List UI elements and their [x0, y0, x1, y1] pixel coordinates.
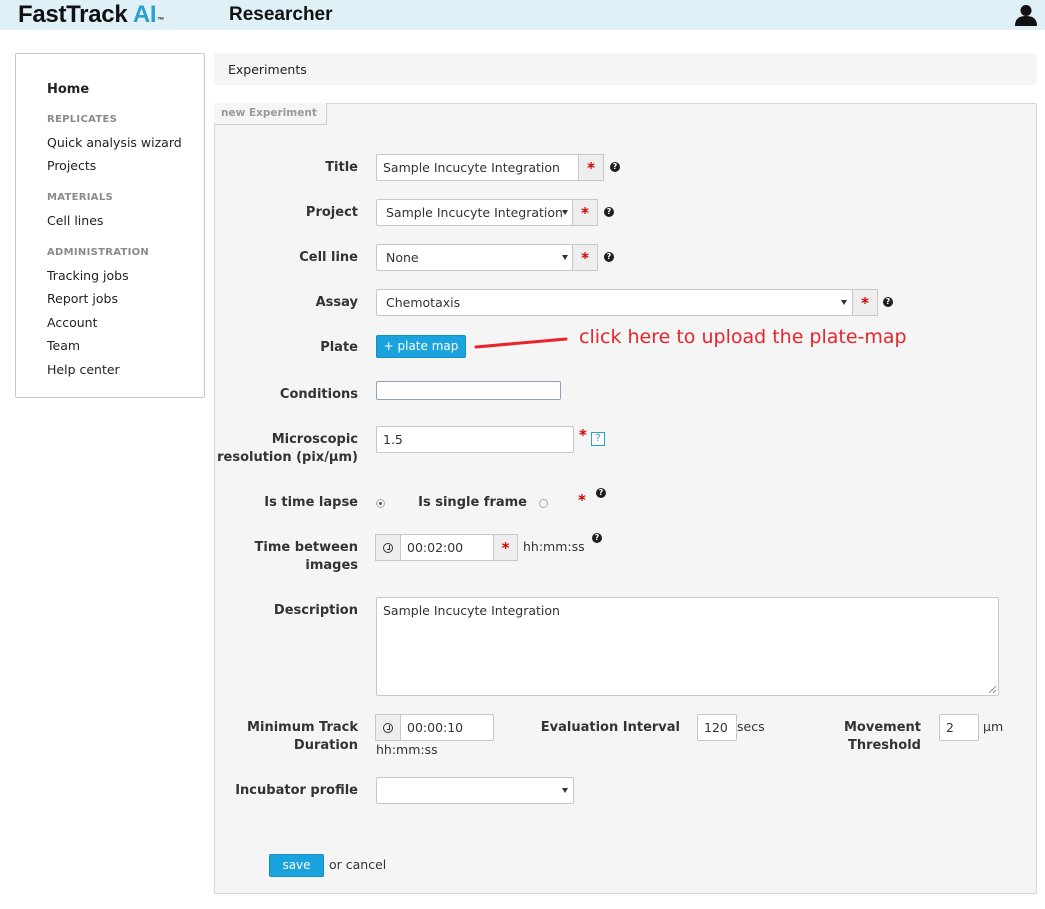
add-plate-map-button[interactable]: + plate map: [376, 335, 466, 358]
eval-interval-label: Evaluation Interval: [540, 720, 680, 735]
cell-line-required-addon: *: [572, 244, 598, 271]
project-chevron-down-icon: [562, 210, 568, 215]
resolution-required-mark: *: [579, 426, 587, 444]
single-frame-radio[interactable]: [539, 499, 548, 508]
assay-select[interactable]: Chemotaxis: [376, 289, 853, 316]
plate-label: Plate: [320, 340, 358, 355]
sidebar-item-tracking-jobs[interactable]: Tracking jobs: [47, 268, 129, 283]
description-label: Description: [273, 603, 358, 618]
time-lapse-label: Is time lapse: [264, 495, 358, 510]
description-textarea[interactable]: Sample Incucyte Integration: [376, 597, 999, 696]
frame-help-icon[interactable]: ?: [596, 488, 606, 498]
single-frame-label: Is single frame: [418, 495, 527, 510]
conditions-input[interactable]: [376, 381, 561, 400]
cell-line-select[interactable]: None: [376, 244, 573, 271]
clock-icon: [383, 723, 393, 733]
sidebar-item-cell-lines[interactable]: Cell lines: [47, 213, 103, 228]
project-select[interactable]: Sample Incucyte Integration: [376, 199, 573, 226]
min-track-input[interactable]: 00:00:10: [400, 714, 494, 741]
sidebar-item-help-center[interactable]: Help center: [47, 362, 120, 377]
form-legend-text: new Experiment: [221, 107, 317, 119]
project-required-addon: *: [572, 199, 598, 226]
user-icon[interactable]: [1014, 4, 1038, 26]
form-legend: new Experiment: [214, 103, 327, 125]
sidebar-item-account[interactable]: Account: [47, 315, 97, 330]
sidebar-item-team[interactable]: Team: [47, 338, 80, 353]
resolution-help-icon[interactable]: ?: [591, 432, 605, 446]
logo[interactable]: FastTrack AI™: [18, 0, 164, 30]
logo-trademark: ™: [157, 17, 164, 24]
breadcrumb: Experiments: [214, 53, 1037, 85]
sidebar-item-report-jobs[interactable]: Report jobs: [47, 291, 118, 306]
title-label: Title: [325, 160, 358, 175]
upload-annotation-text: click here to upload the plate-map: [579, 326, 907, 348]
min-track-clock-addon: [375, 714, 401, 741]
min-track-label: Minimum Track Duration: [247, 720, 358, 753]
movement-threshold-label: Movement Threshold: [844, 720, 921, 753]
required-mark: *: [581, 204, 589, 222]
logo-text: FastTrack: [18, 1, 133, 28]
title-required-addon: *: [578, 154, 604, 181]
clock-icon: [383, 543, 393, 553]
incubator-chevron-down-icon: [562, 788, 568, 793]
cell-line-label: Cell line: [299, 250, 358, 265]
assay-help-icon[interactable]: ?: [883, 297, 893, 307]
time-between-clock-addon: [375, 534, 401, 561]
cell-line-chevron-down-icon: [562, 255, 568, 260]
cancel-link[interactable]: or cancel: [329, 857, 386, 872]
annotation-arrow-line: [474, 337, 568, 349]
assay-required-addon: *: [852, 289, 878, 316]
time-between-input[interactable]: 00:02:00: [400, 534, 494, 561]
sidebar-heading-materials: MATERIALS: [47, 192, 114, 203]
required-mark: *: [501, 539, 510, 557]
time-between-required-addon: *: [493, 534, 518, 561]
time-between-format: hh:mm:ss: [523, 539, 585, 554]
sidebar-item-projects[interactable]: Projects: [47, 158, 96, 173]
min-track-format: hh:mm:ss: [376, 742, 438, 757]
resize-handle-icon[interactable]: [988, 685, 997, 694]
description-text: Sample Incucyte Integration: [383, 603, 560, 618]
required-mark: *: [581, 249, 589, 267]
incubator-profile-select[interactable]: [376, 777, 574, 804]
incubator-profile-label: Incubator profile: [235, 783, 358, 798]
movement-threshold-unit: µm: [983, 719, 1004, 734]
movement-threshold-input[interactable]: 2: [939, 714, 979, 741]
breadcrumb-experiments[interactable]: Experiments: [228, 62, 307, 77]
resolution-label: Microscopic resolution (pix/µm): [217, 432, 358, 465]
sidebar-item-quick-analysis[interactable]: Quick analysis wizard: [47, 135, 182, 150]
sidebar: Home REPLICATES Quick analysis wizard Pr…: [15, 53, 205, 398]
conditions-label: Conditions: [279, 387, 358, 402]
title-help-icon[interactable]: ?: [610, 162, 620, 172]
title-input[interactable]: Sample Incucyte Integration: [376, 154, 579, 181]
time-between-help-icon[interactable]: ?: [592, 533, 602, 543]
project-help-icon[interactable]: ?: [604, 207, 614, 217]
time-lapse-radio[interactable]: [376, 499, 385, 508]
logo-ai-text: AI: [132, 1, 157, 28]
eval-interval-input[interactable]: 120: [697, 714, 737, 741]
time-between-label: Time between images: [254, 540, 358, 573]
assay-label: Assay: [315, 295, 358, 310]
sidebar-heading-replicates: REPLICATES: [47, 114, 118, 125]
required-mark: *: [861, 294, 869, 312]
resolution-input[interactable]: 1.5: [376, 426, 574, 453]
frame-required-mark: *: [578, 491, 586, 509]
sidebar-item-home[interactable]: Home: [47, 82, 89, 97]
project-label: Project: [305, 205, 358, 220]
eval-interval-unit: secs: [737, 719, 765, 734]
sidebar-heading-administration: ADMINISTRATION: [47, 247, 150, 258]
required-mark: *: [587, 159, 595, 177]
save-button[interactable]: save: [269, 854, 324, 877]
cell-line-help-icon[interactable]: ?: [604, 252, 614, 262]
role-title: Researcher: [229, 4, 333, 25]
assay-chevron-down-icon: [841, 300, 847, 305]
